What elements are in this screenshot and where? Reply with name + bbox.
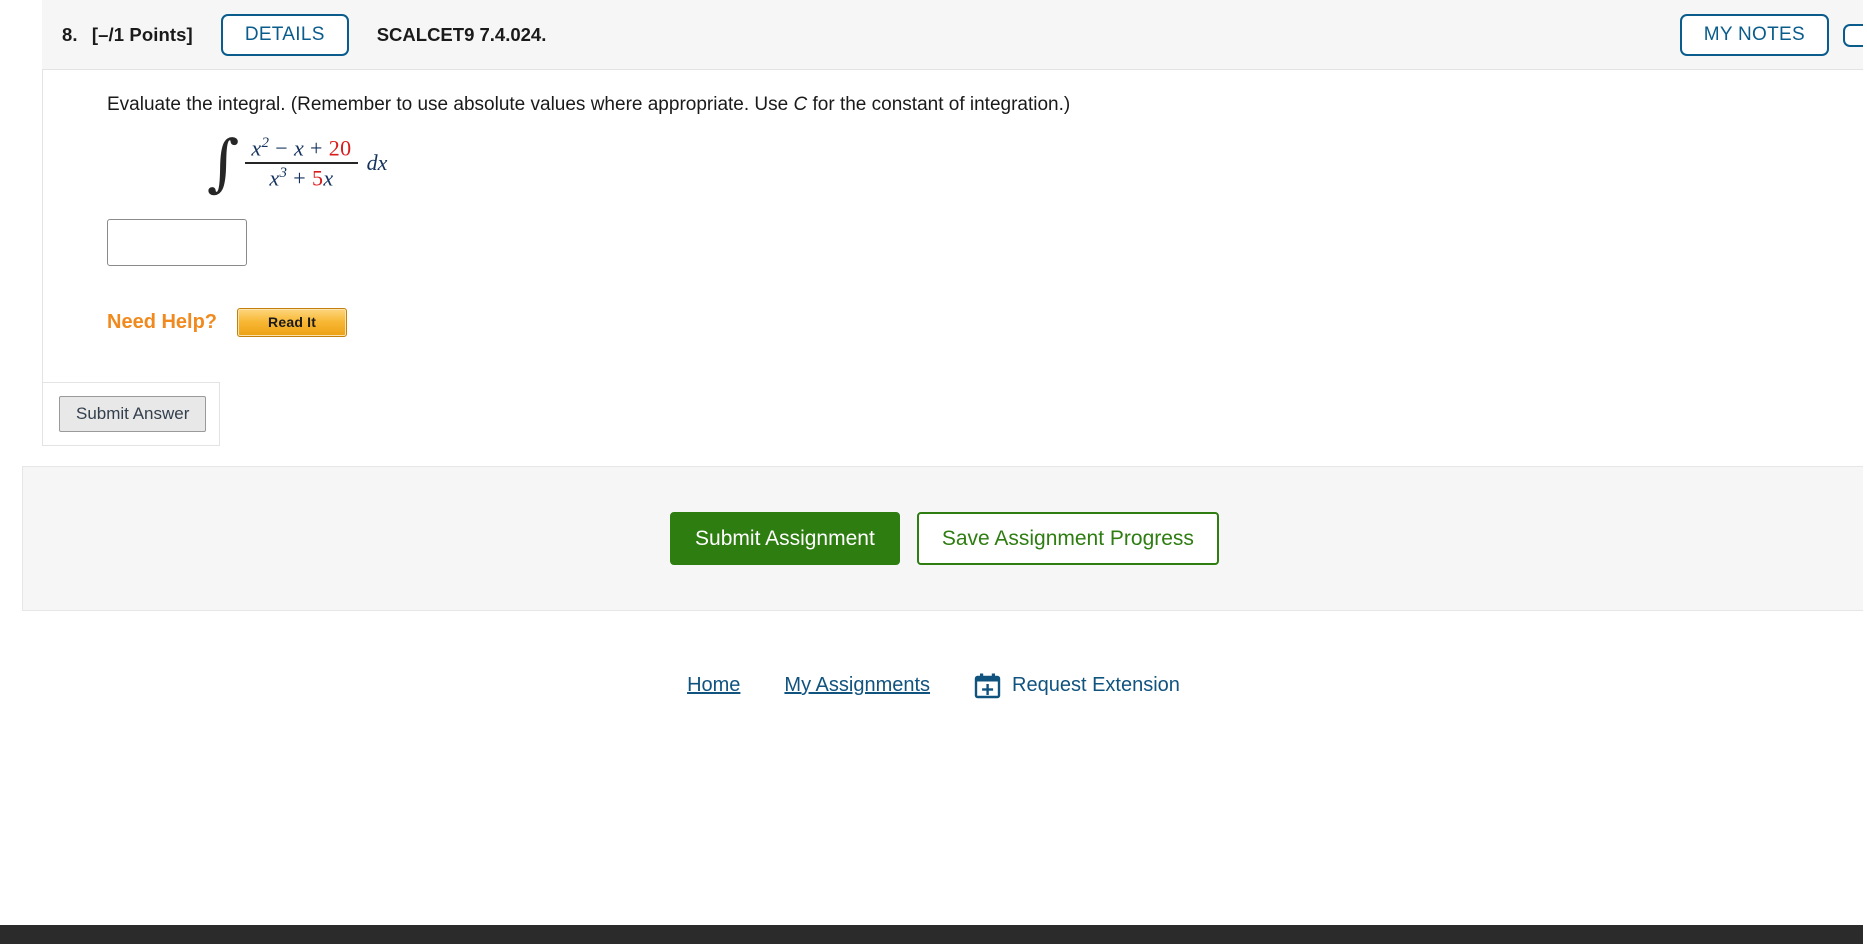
header-right-actions: MY NOTES bbox=[1679, 0, 1867, 70]
numerator-plus-operator: + bbox=[304, 134, 329, 160]
numerator-x: x bbox=[251, 134, 262, 160]
read-it-button[interactable]: Read It bbox=[237, 307, 348, 337]
need-help-label: Need Help? bbox=[107, 310, 218, 333]
question-prompt: Evaluate the integral. (Remember to use … bbox=[107, 70, 1867, 118]
numerator-constant: 20 bbox=[328, 134, 352, 160]
integral-sign-icon: ∫ bbox=[207, 126, 240, 200]
my-notes-button[interactable]: MY NOTES bbox=[1679, 14, 1829, 56]
footer-links: Home My Assignments Request Extension bbox=[0, 672, 1867, 699]
question-card: 8. [–/1 Points] DETAILS SCALCET9 7.4.024… bbox=[42, 0, 1867, 446]
question-code: SCALCET9 7.4.024. bbox=[376, 23, 547, 45]
request-extension-label: Request Extension bbox=[1012, 674, 1180, 696]
question-body: Evaluate the integral. (Remember to use … bbox=[42, 70, 1867, 446]
assignment-action-bar: Submit Assignment Save Assignment Progre… bbox=[22, 466, 1867, 611]
request-extension-link[interactable]: Request Extension bbox=[974, 672, 1180, 699]
footer-link-my-assignments[interactable]: My Assignments bbox=[784, 674, 930, 697]
calendar-plus-icon bbox=[974, 672, 1001, 699]
fraction-numerator: x2 − x + 20 bbox=[245, 134, 357, 162]
prompt-constant-variable: C bbox=[793, 94, 808, 115]
integral-expression: ∫ x2 − x + 20 x3 + 5x dx bbox=[207, 126, 1867, 200]
denominator-x: x bbox=[269, 164, 280, 190]
denominator-coefficient: 5 bbox=[311, 164, 324, 190]
fraction: x2 − x + 20 x3 + 5x bbox=[245, 134, 358, 192]
question-points: [–/1 Points] bbox=[91, 23, 193, 45]
denominator-x-term: x bbox=[323, 164, 334, 190]
submit-answer-container: Submit Answer bbox=[43, 381, 220, 446]
details-button[interactable]: DETAILS bbox=[220, 13, 349, 56]
save-assignment-progress-button[interactable]: Save Assignment Progress bbox=[916, 512, 1219, 565]
page-bottom-bar bbox=[0, 925, 1867, 944]
numerator-minus-operator: − bbox=[269, 134, 294, 160]
need-help-row: Need Help? Read It bbox=[107, 307, 1867, 337]
right-edge-strip bbox=[1863, 0, 1867, 944]
submit-assignment-button[interactable]: Submit Assignment bbox=[670, 512, 900, 565]
submit-answer-button[interactable]: Submit Answer bbox=[59, 395, 207, 432]
numerator-x-term: x bbox=[293, 134, 305, 160]
question-number: 8. bbox=[62, 23, 78, 45]
answer-input[interactable] bbox=[107, 218, 247, 266]
fraction-denominator: x3 + 5x bbox=[263, 164, 339, 192]
question-header: 8. [–/1 Points] DETAILS SCALCET9 7.4.024… bbox=[42, 0, 1867, 70]
differential-dx: dx bbox=[366, 149, 388, 175]
footer-link-home[interactable]: Home bbox=[687, 674, 740, 697]
denominator-plus-operator: + bbox=[287, 164, 312, 190]
prompt-text-part-2: for the constant of integration.) bbox=[807, 94, 1071, 115]
prompt-text-part-1: Evaluate the integral. (Remember to use … bbox=[107, 94, 794, 115]
question-number-and-points: 8. [–/1 Points] bbox=[62, 24, 193, 46]
